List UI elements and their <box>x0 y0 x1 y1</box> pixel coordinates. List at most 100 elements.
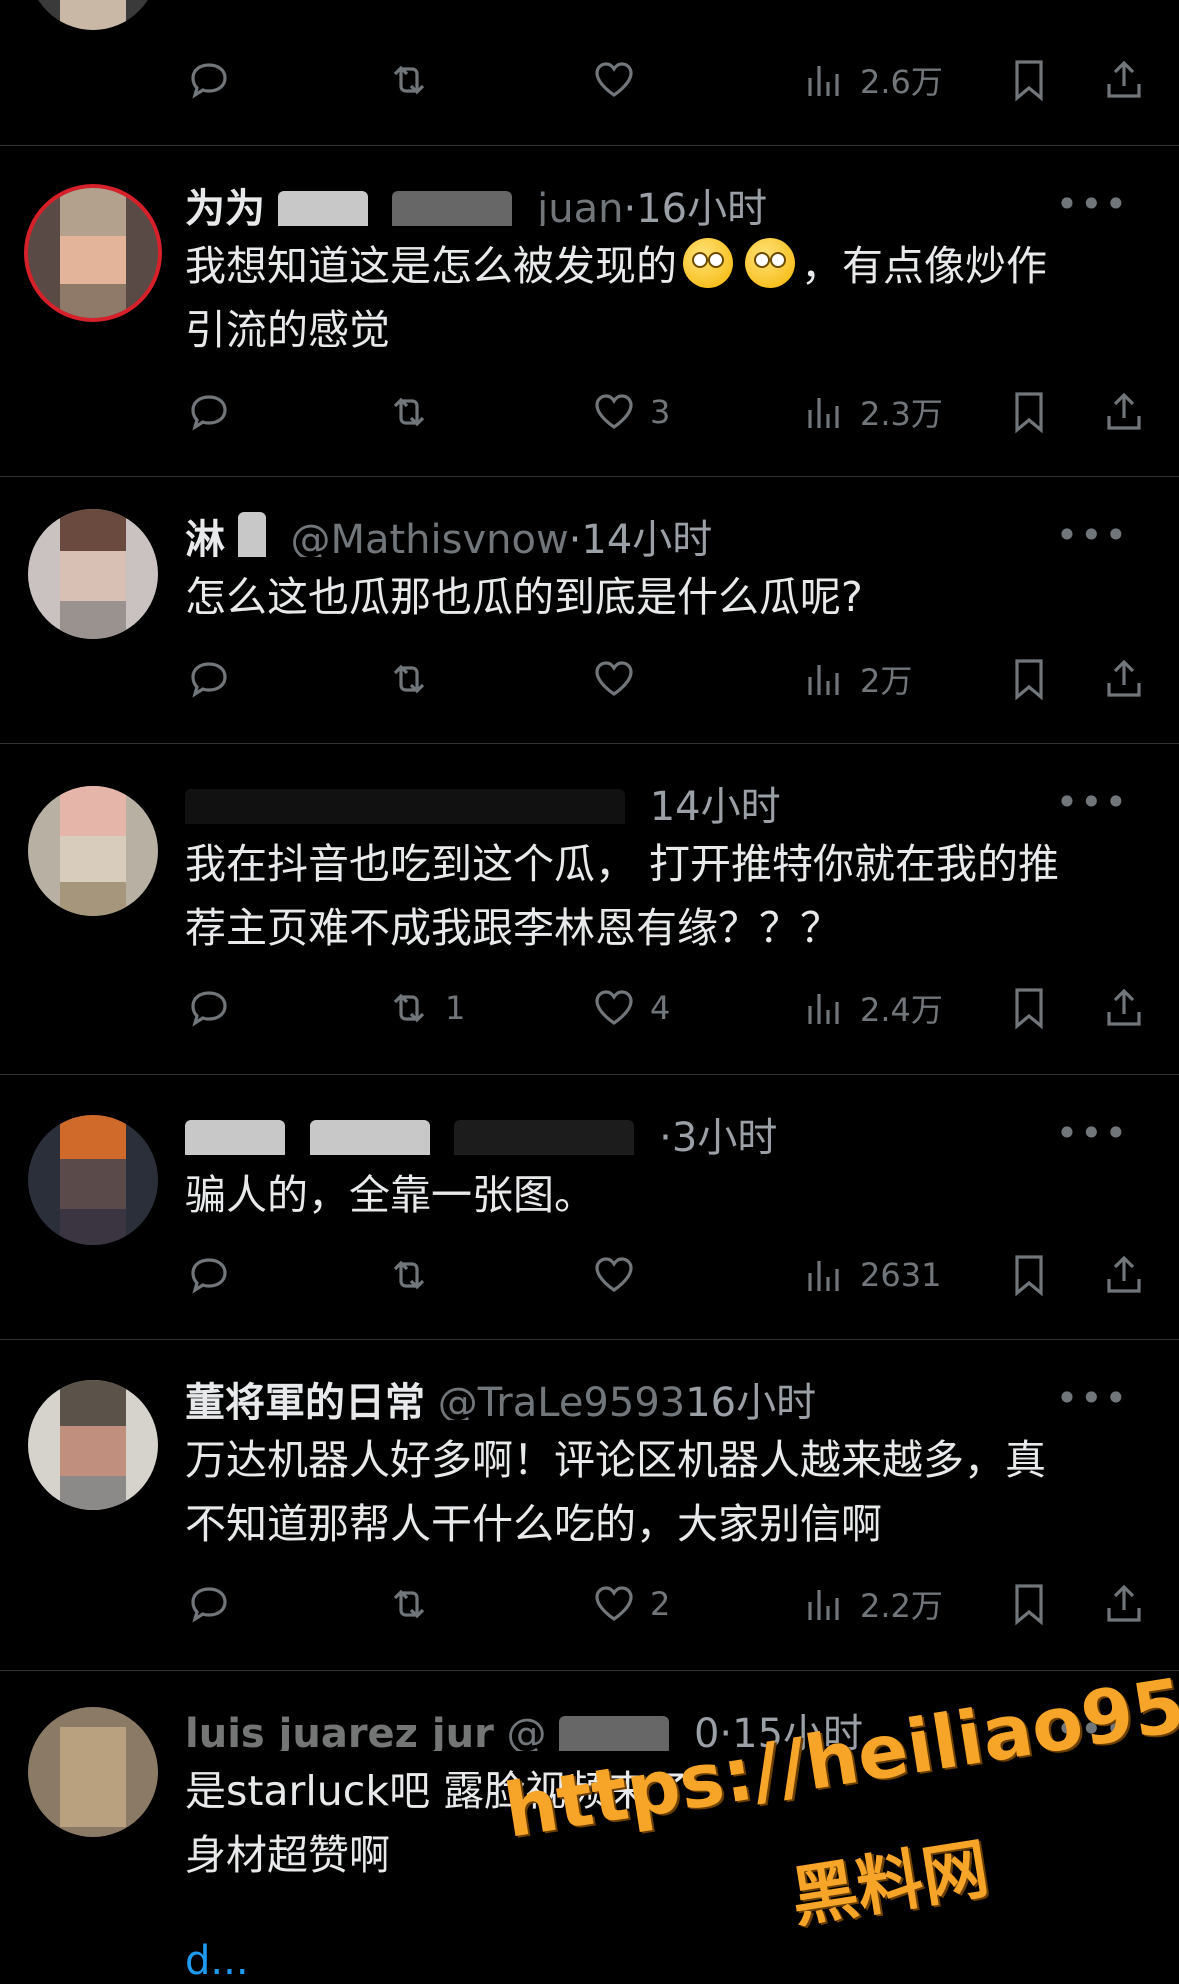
avatar[interactable] <box>28 509 158 639</box>
like-button[interactable] <box>590 1247 650 1303</box>
reply-icon <box>191 63 227 99</box>
retweet-icon <box>393 993 425 1023</box>
reply-button[interactable] <box>185 651 245 707</box>
avatar[interactable] <box>28 0 158 30</box>
heart-icon <box>595 62 633 97</box>
timestamp[interactable]: ·14小时 <box>569 517 713 557</box>
share-button[interactable] <box>1100 651 1148 707</box>
timestamp[interactable]: 14小时 <box>650 784 781 824</box>
like-count: 4 <box>650 989 671 1027</box>
reply-button[interactable] <box>185 384 245 440</box>
post-text-line: 身材超赞啊 <box>185 1831 390 1879</box>
retweet-button[interactable] <box>385 1576 445 1632</box>
bookmark-button[interactable] <box>1005 1576 1053 1632</box>
views-icon <box>808 1590 839 1620</box>
bookmark-button[interactable] <box>1005 1247 1053 1303</box>
avatar[interactable] <box>28 188 158 318</box>
more-options-button[interactable]: ••• <box>1056 1376 1129 1420</box>
retweet-button[interactable] <box>385 384 445 440</box>
post-text-line: 不知道那帮人干什么吃的，大家别信啊 <box>185 1500 882 1548</box>
display-name[interactable]: 为为 <box>185 186 265 226</box>
reply-icon <box>191 662 227 698</box>
bookmark-icon <box>1015 659 1043 701</box>
post-3[interactable]: 14小时 ••• 我在抖音也吃到这个瓜， 打开推特你就在我的推 荐主页难不成我跟… <box>0 744 1179 1075</box>
views-button[interactable]: 2.2万 <box>800 1576 943 1632</box>
views-button[interactable]: 2.6万 <box>800 52 943 108</box>
bookmark-icon <box>1015 988 1043 1030</box>
share-button[interactable] <box>1100 1247 1148 1303</box>
post-text-line: 我在抖音也吃到这个瓜， 打开推特你就在我的推 <box>185 840 1060 888</box>
timestamp[interactable]: ·16小时 <box>623 186 767 226</box>
share-button[interactable] <box>1100 1576 1148 1632</box>
display-name[interactable]: luis juarez jur <box>185 1711 494 1751</box>
eye-roll-emoji-icon <box>683 238 733 288</box>
reply-button[interactable] <box>185 1576 245 1632</box>
reply-button[interactable] <box>185 1247 245 1303</box>
bookmark-button[interactable] <box>1005 980 1053 1036</box>
more-options-button[interactable]: ••• <box>1056 513 1129 557</box>
views-button[interactable]: 2631 <box>800 1247 941 1303</box>
avatar[interactable] <box>28 1115 158 1245</box>
like-button[interactable]: 2 <box>590 1576 670 1632</box>
timestamp[interactable]: 16小时 <box>685 1380 816 1420</box>
heart-icon <box>595 1257 633 1292</box>
retweet-button[interactable] <box>385 1247 445 1303</box>
like-button[interactable] <box>590 651 650 707</box>
more-options-button[interactable]: ••• <box>1056 780 1129 824</box>
post-header: ·3小时 <box>185 1105 1069 1155</box>
reply-button[interactable] <box>185 52 245 108</box>
avatar[interactable] <box>28 1380 158 1510</box>
views-count: 2.3万 <box>860 395 943 433</box>
more-options-button[interactable]: ••• <box>1056 1111 1129 1155</box>
views-count: 2.2万 <box>860 1587 943 1625</box>
like-button[interactable]: 3 <box>590 384 670 440</box>
reply-button[interactable] <box>185 980 245 1036</box>
reply-icon <box>191 1258 227 1294</box>
views-icon <box>808 66 839 96</box>
bookmark-button[interactable] <box>1005 384 1053 440</box>
retweet-button[interactable] <box>385 651 445 707</box>
post-2[interactable]: 淋 @Mathisvnow·14小时 ••• 怎么这也瓜那也瓜的到底是什么瓜呢?… <box>0 477 1179 744</box>
avatar[interactable] <box>28 1707 158 1837</box>
views-button[interactable]: 2万 <box>800 651 912 707</box>
timestamp[interactable]: ·3小时 <box>659 1115 777 1155</box>
views-button[interactable]: 2.3万 <box>800 384 943 440</box>
post-link[interactable]: d... <box>185 1938 249 1984</box>
post-0[interactable]: 2.6万 <box>0 0 1179 146</box>
handle[interactable]: @TraLe9593 <box>438 1380 686 1420</box>
post-4[interactable]: ·3小时 ••• 骗人的，全靠一张图。 2631 <box>0 1075 1179 1340</box>
post-header: 董将軍的日常 @TraLe959316小时 <box>185 1370 1069 1420</box>
heart-icon <box>595 394 633 429</box>
post-text-line: 荐主页难不成我跟李林恩有缘？？？ <box>185 904 841 952</box>
retweet-icon <box>393 1589 425 1619</box>
like-button[interactable]: 4 <box>590 980 670 1036</box>
display-name[interactable]: 淋 <box>185 517 225 557</box>
post-text-line: 万达机器人好多啊！评论区机器人越来越多，真 <box>185 1436 1046 1484</box>
views-count: 2.6万 <box>860 63 943 101</box>
like-button[interactable] <box>590 52 650 108</box>
bookmark-button[interactable] <box>1005 52 1053 108</box>
share-icon <box>1107 988 1141 1026</box>
bookmark-button[interactable] <box>1005 651 1053 707</box>
share-icon <box>1107 392 1141 430</box>
share-button[interactable] <box>1100 52 1148 108</box>
reply-icon <box>191 991 227 1027</box>
share-button[interactable] <box>1100 980 1148 1036</box>
share-icon <box>1107 60 1141 98</box>
display-name[interactable]: 董将軍的日常 <box>185 1380 425 1420</box>
handle[interactable]: @Mathisvnow <box>290 517 568 557</box>
avatar[interactable] <box>28 786 158 916</box>
views-icon <box>808 398 839 428</box>
handle[interactable]: juan <box>537 186 623 226</box>
views-button[interactable]: 2.4万 <box>800 980 943 1036</box>
more-options-button[interactable]: ••• <box>1056 182 1129 226</box>
post-5[interactable]: 董将軍的日常 @TraLe959316小时 ••• 万达机器人好多啊！评论区机器… <box>0 1340 1179 1671</box>
handle[interactable]: @ <box>507 1711 547 1751</box>
share-button[interactable] <box>1100 384 1148 440</box>
reply-icon <box>191 1587 227 1623</box>
post-1[interactable]: 为为 juan·16小时 ••• 我想知道这是怎么被发现的 ，有点像炒作 引流的感… <box>0 146 1179 477</box>
retweet-count: 1 <box>445 989 466 1027</box>
retweet-button[interactable]: 1 <box>385 980 465 1036</box>
post-actions: 1 4 2.4万 <box>185 980 1145 1036</box>
retweet-button[interactable] <box>385 52 445 108</box>
